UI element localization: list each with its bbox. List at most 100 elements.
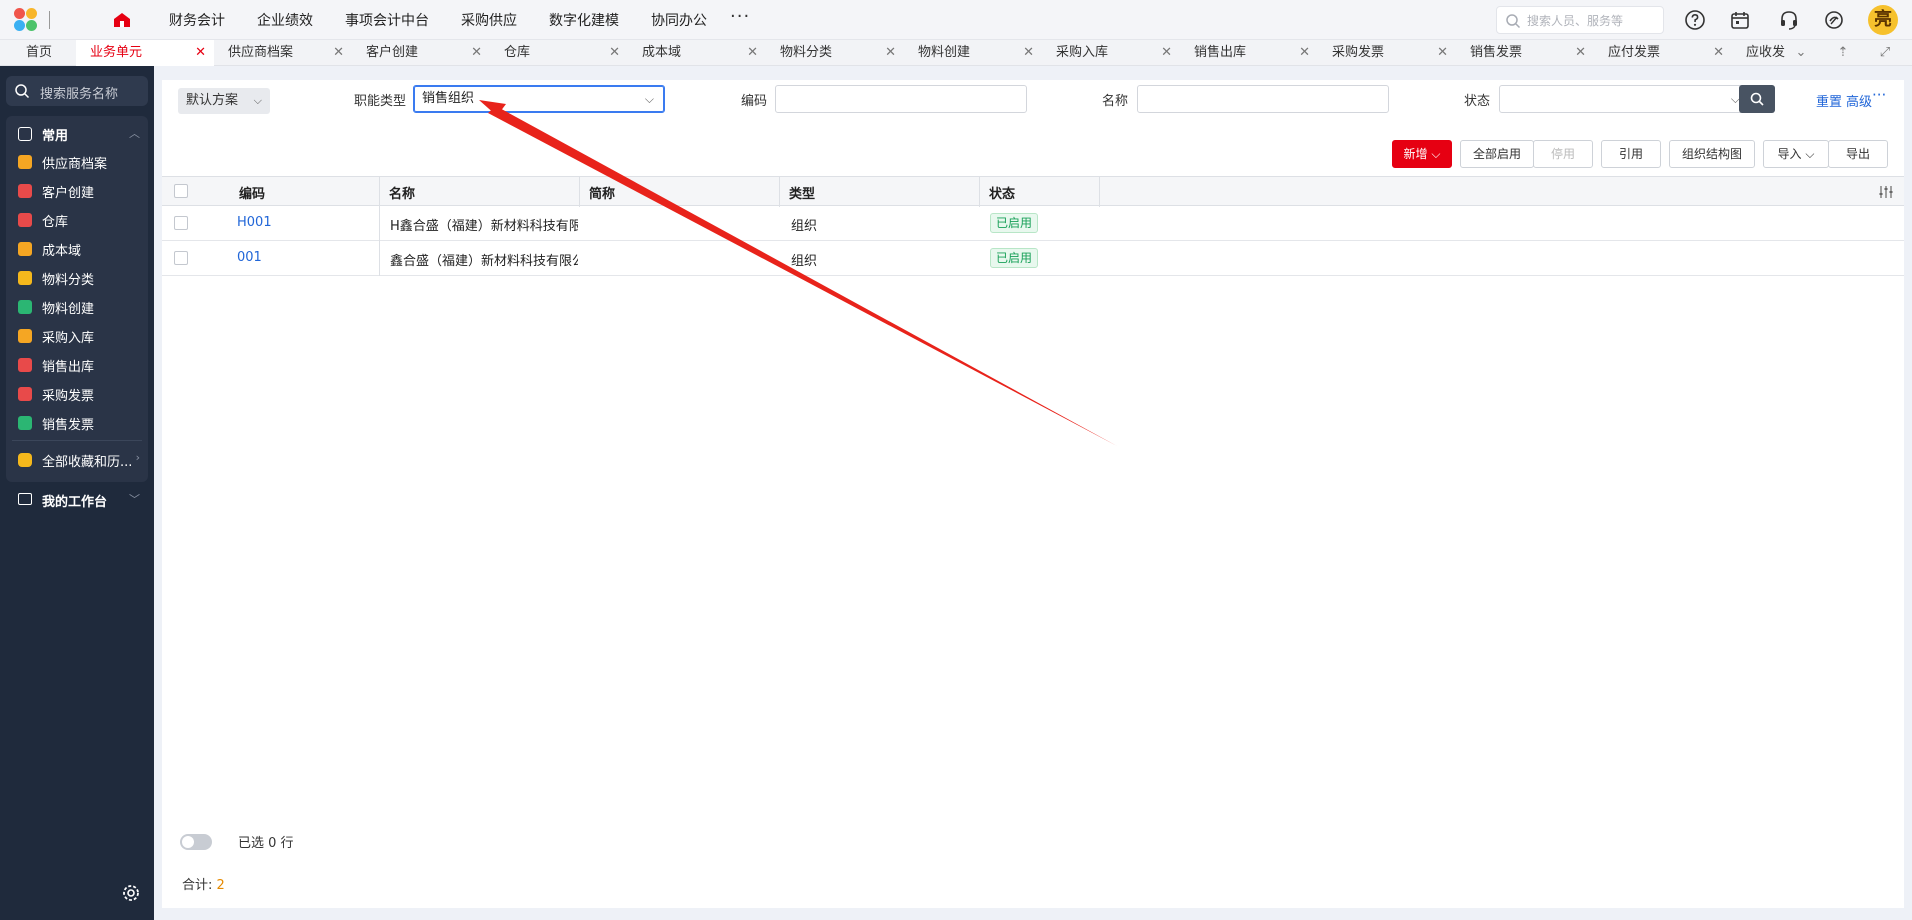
column-header-code[interactable]: 编码 (239, 183, 265, 202)
column-settings-icon[interactable] (1878, 184, 1894, 200)
column-header-status[interactable]: 状态 (989, 183, 1015, 202)
close-icon[interactable]: ✕ (1299, 40, 1310, 66)
topnav-item-event-accounting[interactable]: 事项会计中台 (345, 10, 429, 30)
close-icon[interactable]: ✕ (1437, 40, 1448, 66)
status-badge: 已启用 (990, 248, 1039, 268)
table-row[interactable]: H001 H鑫合盛（福建）新材料科技有限 组织 已启用 (162, 206, 1904, 241)
pin-top-icon[interactable]: ⇡ (1834, 44, 1852, 62)
sidebar-item-customer-create[interactable]: 客户创建 (6, 177, 148, 205)
close-icon[interactable]: ✕ (747, 40, 758, 66)
close-icon[interactable]: ✕ (1023, 40, 1034, 66)
global-search-input[interactable]: 搜索人员、服务等 (1496, 6, 1664, 34)
org-chart-button[interactable]: 组织结构图 (1669, 140, 1755, 168)
sidebar-item-sales-invoice[interactable]: 销售发票 (6, 409, 148, 437)
search-button[interactable] (1739, 85, 1775, 113)
tab-business-unit[interactable]: 业务单元 ✕ (76, 40, 214, 66)
advanced-link[interactable]: 高级 (1846, 91, 1872, 110)
tab-purchase-invoice[interactable]: 采购发票 ✕ (1318, 40, 1456, 66)
tab-customer-create[interactable]: 客户创建 ✕ (352, 40, 490, 66)
add-button[interactable]: 新增 ⌵ (1392, 140, 1452, 168)
row-code-link[interactable]: H001 (237, 215, 272, 230)
topnav-item-performance[interactable]: 企业绩效 (257, 10, 313, 30)
favorites-group-header[interactable]: 常用 ︿ (6, 120, 148, 148)
tab-cost-domain[interactable]: 成本域 ✕ (628, 40, 766, 66)
tab-label: 销售发票 (1470, 45, 1523, 60)
sidebar-item-purchase-invoice[interactable]: 采购发票 (6, 380, 148, 408)
close-icon[interactable]: ✕ (471, 40, 482, 66)
disable-button[interactable]: 停用 (1533, 140, 1593, 168)
tab-sales-invoice[interactable]: 销售发票 ✕ (1456, 40, 1594, 66)
topnav-more-button[interactable]: ··· (730, 6, 750, 27)
function-type-select[interactable]: 销售组织 ⌵ (413, 85, 665, 113)
export-button[interactable]: 导出 (1828, 140, 1888, 168)
column-header-name[interactable]: 名称 (389, 183, 415, 202)
sidebar-item-supplier-archive[interactable]: 供应商档案 (6, 148, 148, 176)
reference-button[interactable]: 引用 (1601, 140, 1661, 168)
column-header-type[interactable]: 类型 (789, 183, 815, 202)
close-icon[interactable]: ✕ (195, 40, 206, 66)
fullscreen-icon[interactable]: ⤢ (1876, 44, 1894, 62)
calendar-icon[interactable] (1729, 9, 1751, 31)
column-header-short-name[interactable]: 简称 (589, 183, 615, 202)
sidebar-item-material-create[interactable]: 物料创建 (6, 293, 148, 321)
category-icon (18, 271, 32, 285)
sidebar-item-all-favorites[interactable]: 全部收藏和历... › (6, 446, 148, 474)
tab-sales-outbound[interactable]: 销售出库 ✕ (1180, 40, 1318, 66)
select-all-checkbox[interactable] (174, 184, 188, 198)
close-icon[interactable]: ✕ (1713, 40, 1724, 66)
tab-payable-invoice[interactable]: 应付发票 ✕ (1594, 40, 1732, 66)
close-icon[interactable]: ✕ (1575, 40, 1586, 66)
help-icon[interactable] (1684, 9, 1706, 31)
message-icon[interactable] (1823, 9, 1845, 31)
sidebar-item-workbench[interactable]: 我的工作台 ﹀ (6, 486, 148, 514)
import-button[interactable]: 导入 ⌵ (1763, 140, 1829, 168)
close-icon[interactable]: ✕ (609, 40, 620, 66)
filter-scheme-dropdown[interactable]: 默认方案 ⌵ (178, 88, 270, 114)
table-row[interactable]: 001 鑫合盛（福建）新材料科技有限公 组织 已启用 (162, 241, 1904, 276)
tab-label: 应收发 (1746, 45, 1786, 60)
column-divider (1099, 177, 1100, 207)
topnav-item-digital-modeling[interactable]: 数字化建模 (549, 10, 619, 30)
topnav-item-finance[interactable]: 财务会计 (169, 10, 225, 30)
sidebar-item-warehouse[interactable]: 仓库 (6, 206, 148, 234)
user-avatar[interactable]: 亮 (1868, 5, 1898, 35)
row-code-link[interactable]: 001 (237, 250, 262, 265)
tab-purchase-inbound[interactable]: 采购入库 ✕ (1042, 40, 1180, 66)
topnav-item-procurement[interactable]: 采购供应 (461, 10, 517, 30)
home-icon[interactable] (112, 10, 132, 30)
chevron-down-icon[interactable]: ⌄ (1792, 44, 1810, 62)
global-search-placeholder: 搜索人员、服务等 (1527, 14, 1624, 28)
close-icon[interactable]: ✕ (333, 40, 344, 66)
tab-receivable-invoice[interactable]: 应收发 (1732, 40, 1790, 66)
more-options-button[interactable]: ··· (1872, 86, 1886, 104)
tab-label: 销售出库 (1194, 45, 1247, 60)
show-selected-toggle[interactable] (180, 834, 212, 850)
tab-material-category[interactable]: 物料分类 ✕ (766, 40, 904, 66)
top-navigation-bar: 财务会计 企业绩效 事项会计中台 采购供应 数字化建模 协同办公 ··· 搜索人… (0, 0, 1912, 40)
sidebar-item-purchase-inbound[interactable]: 采购入库 (6, 322, 148, 350)
tab-supplier-archive[interactable]: 供应商档案 ✕ (214, 40, 352, 66)
sidebar-item-material-category[interactable]: 物料分类 (6, 264, 148, 292)
close-icon[interactable]: ✕ (1161, 40, 1172, 66)
code-input[interactable] (775, 85, 1027, 113)
sidebar-item-cost-domain[interactable]: 成本域 (6, 235, 148, 263)
column-divider (379, 241, 380, 276)
tab-material-create[interactable]: 物料创建 ✕ (904, 40, 1042, 66)
name-input[interactable] (1137, 85, 1389, 113)
tab-warehouse[interactable]: 仓库 ✕ (490, 40, 628, 66)
service-search-input[interactable]: 搜索服务名称 (6, 76, 148, 106)
headset-icon[interactable] (1778, 9, 1800, 31)
sidebar-item-sales-outbound[interactable]: 销售出库 (6, 351, 148, 379)
app-logo-icon[interactable] (14, 8, 38, 32)
reset-link[interactable]: 重置 (1816, 91, 1842, 110)
row-checkbox[interactable] (174, 216, 188, 230)
topnav-item-collaboration[interactable]: 协同办公 (651, 10, 707, 30)
tab-label: 仓库 (504, 45, 531, 60)
tab-label: 成本域 (642, 45, 682, 60)
status-select[interactable]: ⌵ (1499, 85, 1751, 113)
enable-all-button[interactable]: 全部启用 (1460, 140, 1534, 168)
row-checkbox[interactable] (174, 251, 188, 265)
sidebar-item-label: 客户创建 (42, 186, 95, 201)
settings-icon[interactable] (120, 882, 142, 904)
close-icon[interactable]: ✕ (885, 40, 896, 66)
